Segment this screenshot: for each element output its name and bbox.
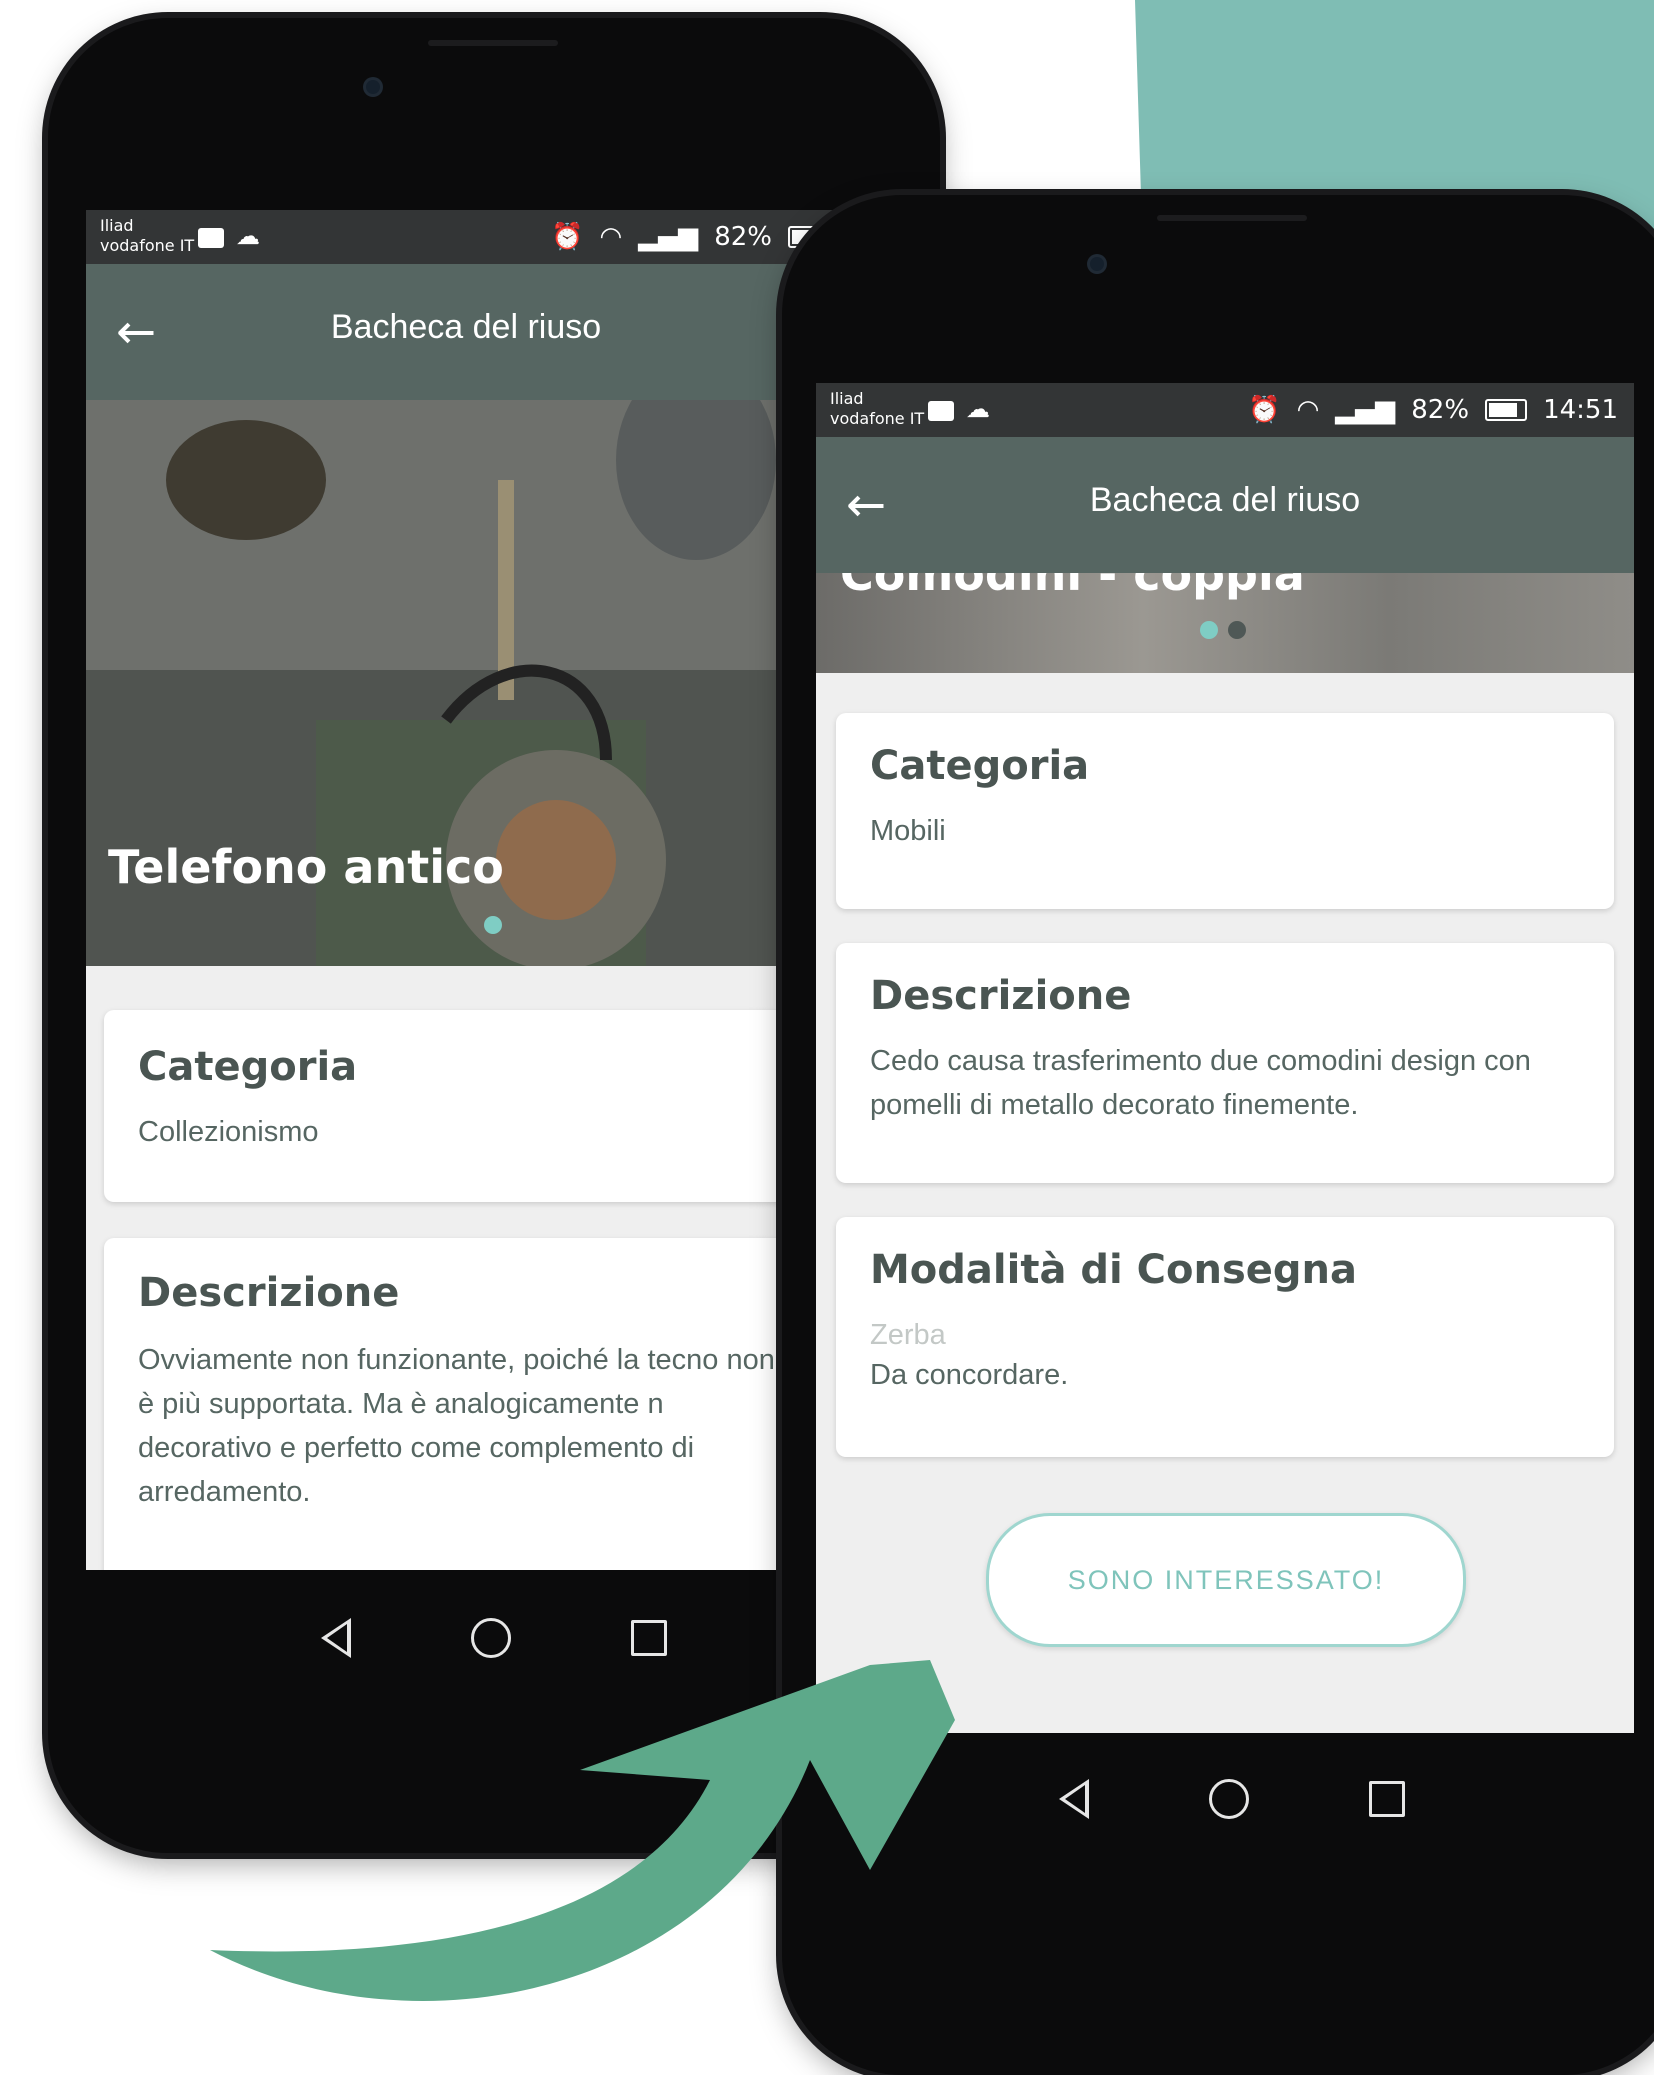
screen-left: Iliad vodafone IT ☁ ⏰ ◠ ▂▄▆ 82% ← Bachec… [86,210,846,1570]
app-bar-title: Bacheca del riuso [1089,481,1361,519]
card-description: Descrizione Cedo causa trasferimento due… [836,943,1614,1183]
gallery-icon [928,401,954,421]
carousel-dot-active[interactable] [484,916,502,934]
clock-time: 14:51 [1543,395,1618,425]
nav-home-icon[interactable] [471,1618,511,1658]
card-delivery: Modalità di Consegna Zerba Da concordare… [836,1217,1614,1457]
hero-title: Comodini - coppia [840,573,1305,601]
signal-icon: ▂▄▆ [638,222,699,252]
front-camera-icon [366,80,380,94]
nav-home-icon[interactable] [1209,1779,1249,1819]
carrier-info: Iliad vodafone IT [100,216,195,255]
gallery-icon [198,228,224,248]
hero-image[interactable]: Comodini - coppia [816,573,1634,673]
card-text: Collezionismo [138,1116,319,1148]
carousel-dot-inactive[interactable] [1228,621,1246,639]
status-icons: ⏰ ◠ ▂▄▆ 82% [551,222,830,252]
card-heading: Descrizione [870,973,1132,1019]
hero-title: Telefono antico [108,840,504,894]
card-heading: Descrizione [138,1270,400,1316]
card-text: Ovviamente non funzionante, poiché la te… [138,1344,775,1508]
nav-recents-icon[interactable] [1369,1781,1405,1817]
nav-recents-icon[interactable] [631,1620,667,1656]
card-text: Da concordare. [870,1359,1069,1391]
wifi-icon: ◠ [1296,395,1320,425]
carousel-dots [484,916,502,934]
speaker-grille [428,40,558,46]
card-location: Zerba [870,1319,946,1351]
status-icons: ⏰ ◠ ▂▄▆ 82% 14:51 [1248,395,1618,425]
nav-back-icon[interactable] [321,1618,351,1658]
interested-button[interactable]: SONO INTERESSATO! [986,1513,1466,1647]
alarm-icon: ⏰ [1248,395,1281,425]
card-heading: Categoria [138,1044,358,1090]
status-bar: Iliad vodafone IT ☁ ⏰ ◠ ▂▄▆ 82% [86,210,846,264]
battery-icon [1485,399,1528,421]
card-heading: Modalità di Consegna [870,1247,1357,1293]
wifi-icon: ◠ [599,222,623,252]
app-bar: ← Bacheca del riuso [816,437,1634,573]
battery-percentage: 82% [714,222,772,252]
front-camera-icon [1090,257,1104,271]
card-text: Mobili [870,815,946,847]
card-description: Descrizione Ovviamente non funzionante, … [104,1238,846,1570]
status-bar: Iliad vodafone IT ☁ ⏰ ◠ ▂▄▆ 82% 14:51 [816,383,1634,437]
cloud-icon: ☁ [966,395,990,423]
nav-back-icon[interactable] [1059,1779,1089,1819]
signal-icon: ▂▄▆ [1335,395,1396,425]
cloud-icon: ☁ [236,222,260,250]
carrier-info: Iliad vodafone IT [830,389,925,428]
phone-right: Iliad vodafone IT ☁ ⏰ ◠ ▂▄▆ 82% 14:51 ← … [782,195,1654,2075]
app-bar-title: Bacheca del riuso [330,308,602,346]
carousel-dot-active[interactable] [1200,621,1218,639]
card-category: Categoria Collezionismo [104,1010,846,1202]
card-heading: Categoria [870,743,1090,789]
carousel-dots [1200,621,1246,639]
battery-percentage: 82% [1411,395,1470,425]
speaker-grille [1157,215,1307,221]
app-bar: ← Bacheca del riuso [86,264,846,400]
screen-right: Iliad vodafone IT ☁ ⏰ ◠ ▂▄▆ 82% 14:51 ← … [816,383,1634,1733]
card-text: Cedo causa trasferimento due comodini de… [870,1045,1531,1121]
alarm-icon: ⏰ [551,222,584,252]
android-nav-bar [782,1739,1654,1859]
card-category: Categoria Mobili [836,713,1614,909]
hero-image[interactable]: Telefono antico [86,400,846,966]
